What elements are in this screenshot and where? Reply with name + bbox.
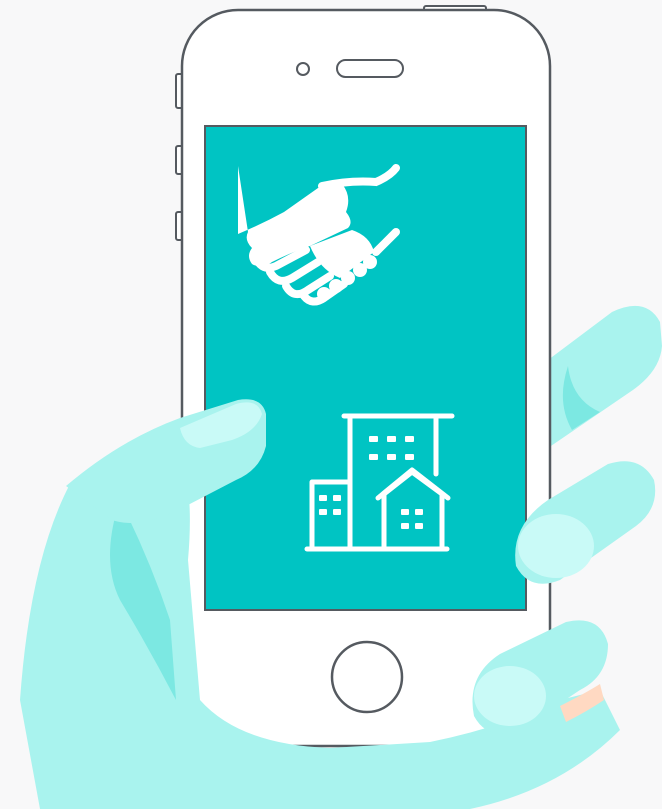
- screen: [204, 125, 527, 611]
- smartphone: [175, 5, 552, 748]
- back-fingers: [548, 305, 662, 448]
- middle-fingertip: [518, 514, 594, 578]
- lower-fingertip: [474, 666, 546, 726]
- home-button[interactable]: [330, 640, 404, 714]
- illustration: [20, 5, 662, 809]
